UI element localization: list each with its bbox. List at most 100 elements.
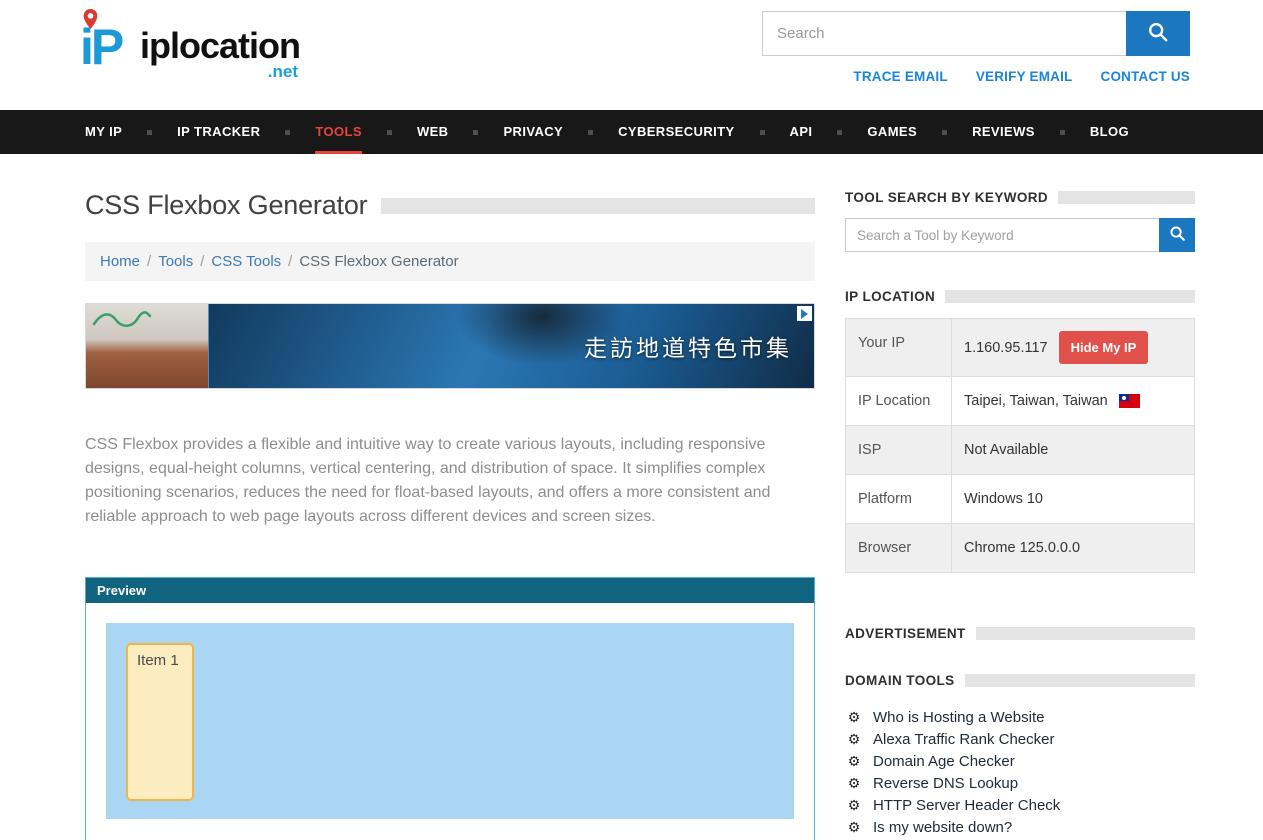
- nav-item-api[interactable]: API: [790, 110, 868, 154]
- tool-description: CSS Flexbox provides a flexible and intu…: [85, 433, 815, 529]
- breadcrumb-separator: /: [288, 253, 292, 270]
- nav-item-tools[interactable]: TOOLS: [315, 110, 417, 154]
- logo-wordmark: iplocation .net: [140, 25, 300, 67]
- your-ip-value: 1.160.95.117: [964, 340, 1048, 356]
- domain-tool-hosting[interactable]: ⚙Who is Hosting a Website: [845, 706, 1195, 728]
- trace-email-link[interactable]: TRACE EMAIL: [853, 69, 947, 84]
- breadcrumb-css-tools[interactable]: CSS Tools: [211, 253, 281, 270]
- advertisement-heading: ADVERTISEMENT: [845, 626, 966, 641]
- heading-decorative-bar: [945, 290, 1195, 303]
- table-row-browser: Browser Chrome 125.0.0.0: [846, 524, 1194, 572]
- page: iP iplocation .net: [0, 0, 1263, 840]
- main-column: CSS Flexbox Generator Home / Tools / CSS Too…: [85, 190, 815, 840]
- isp-value: Not Available: [964, 442, 1048, 458]
- heading-decorative-bar: [1058, 191, 1195, 204]
- ip-location-value: Taipei, Taiwan, Taiwan: [964, 393, 1108, 409]
- preview-header: Preview: [86, 578, 814, 603]
- heading-decorative-bar: [976, 627, 1195, 640]
- taiwan-flag-icon: [1119, 394, 1140, 408]
- search-input[interactable]: [762, 11, 1126, 56]
- domain-tool-website-down[interactable]: ⚙Is my website down?: [845, 816, 1195, 838]
- table-row-your-ip: Your IP 1.160.95.117 Hide My IP: [846, 319, 1194, 377]
- search-icon: [1147, 21, 1169, 46]
- breadcrumb-tools[interactable]: Tools: [158, 253, 193, 270]
- domain-tool-http-header[interactable]: ⚙HTTP Server Header Check: [845, 794, 1195, 816]
- platform-value: Windows 10: [964, 491, 1043, 507]
- nav-item-my-ip[interactable]: MY IP: [85, 110, 177, 154]
- header-links: TRACE EMAIL VERIFY EMAIL CONTACT US: [853, 69, 1190, 84]
- content: CSS Flexbox Generator Home / Tools / CSS Too…: [0, 154, 1263, 840]
- ip-location-heading: IP LOCATION: [845, 289, 935, 304]
- table-row-isp: ISP Not Available: [846, 426, 1194, 475]
- site-search: [762, 11, 1190, 56]
- contact-us-link[interactable]: CONTACT US: [1101, 69, 1191, 84]
- page-title-row: CSS Flexbox Generator: [85, 190, 815, 221]
- breadcrumb-separator: /: [200, 253, 204, 270]
- logo-mark: iP: [80, 11, 138, 83]
- site-header: iP iplocation .net: [0, 0, 1263, 110]
- heading-decorative-bar: [965, 674, 1195, 687]
- row-label: Platform: [846, 475, 952, 523]
- flex-preview-item[interactable]: Item 1: [126, 643, 194, 801]
- nav-item-games[interactable]: GAMES: [867, 110, 972, 154]
- domain-tools-heading-row: DOMAIN TOOLS: [845, 673, 1195, 688]
- gear-icon: ⚙: [845, 776, 863, 790]
- table-row-platform: Platform Windows 10: [846, 475, 1194, 524]
- breadcrumb: Home / Tools / CSS Tools / CSS Flexbox Generat…: [85, 242, 815, 281]
- search-icon: [1169, 225, 1186, 245]
- page-title: CSS Flexbox Generator: [85, 190, 367, 221]
- location-pin-icon: [83, 9, 98, 34]
- domain-tool-alexa-rank[interactable]: ⚙Alexa Traffic Rank Checker: [845, 728, 1195, 750]
- breadcrumb-home[interactable]: Home: [100, 253, 140, 270]
- row-label: Your IP: [846, 319, 952, 376]
- browser-value: Chrome 125.0.0.0: [964, 540, 1080, 556]
- ip-location-heading-row: IP LOCATION: [845, 289, 1195, 304]
- sidebar: TOOL SEARCH BY KEYWORD IP LOCATION: [845, 190, 1195, 840]
- row-label: Browser: [846, 524, 952, 572]
- ip-location-table: Your IP 1.160.95.117 Hide My IP IP Locat…: [845, 318, 1195, 573]
- main-nav: MY IP IP TRACKER TOOLS WEB PRIVACY CYBER…: [0, 110, 1263, 154]
- logo-tld: .net: [268, 62, 298, 82]
- tool-search-button[interactable]: [1159, 218, 1195, 252]
- search-button[interactable]: [1126, 11, 1190, 56]
- title-decorative-bar: [381, 198, 815, 214]
- tool-search-heading-row: TOOL SEARCH BY KEYWORD: [845, 190, 1195, 205]
- table-row-ip-location: IP Location Taipei, Taiwan, Taiwan: [846, 377, 1194, 426]
- adchoices-icon[interactable]: [797, 306, 812, 321]
- tool-search-heading: TOOL SEARCH BY KEYWORD: [845, 190, 1048, 205]
- domain-tool-reverse-dns[interactable]: ⚙Reverse DNS Lookup: [845, 772, 1195, 794]
- tool-search-input[interactable]: [845, 218, 1159, 252]
- header-right: TRACE EMAIL VERIFY EMAIL CONTACT US: [760, 11, 1190, 84]
- nav-item-cybersecurity[interactable]: CYBERSECURITY: [618, 110, 789, 154]
- domain-tool-domain-age[interactable]: ⚙Domain Age Checker: [845, 750, 1195, 772]
- hide-my-ip-button[interactable]: Hide My IP: [1059, 331, 1149, 364]
- gear-icon: ⚙: [845, 798, 863, 812]
- tool-search: [845, 218, 1195, 252]
- logo[interactable]: iP iplocation .net: [80, 11, 300, 83]
- ad-banner[interactable]: 走訪地道特色市集: [85, 303, 815, 389]
- row-label: ISP: [846, 426, 952, 474]
- nav-item-reviews[interactable]: REVIEWS: [972, 110, 1090, 154]
- nav-item-ip-tracker[interactable]: IP TRACKER: [177, 110, 315, 154]
- nav-item-web[interactable]: WEB: [417, 110, 504, 154]
- gear-icon: ⚙: [845, 820, 863, 834]
- gear-icon: ⚙: [845, 732, 863, 746]
- preview-panel: Preview Item 1: [85, 577, 815, 840]
- nav-item-privacy[interactable]: PRIVACY: [503, 110, 618, 154]
- breadcrumb-separator: /: [147, 253, 151, 270]
- ad-photo-left: [86, 304, 208, 388]
- ad-photo-right: 走訪地道特色市集: [208, 304, 814, 388]
- advertisement-heading-row: ADVERTISEMENT: [845, 626, 1195, 641]
- preview-body: Item 1: [86, 603, 814, 840]
- ad-caption: 走訪地道特色市集: [584, 329, 792, 363]
- ad-squiggle-graphic: [92, 310, 152, 330]
- verify-email-link[interactable]: VERIFY EMAIL: [976, 69, 1073, 84]
- domain-tools-heading: DOMAIN TOOLS: [845, 673, 955, 688]
- breadcrumb-current: CSS Flexbox Generator: [299, 253, 458, 270]
- row-label: IP Location: [846, 377, 952, 425]
- nav-item-blog[interactable]: BLOG: [1090, 110, 1129, 154]
- logo-text: iplocation: [140, 25, 300, 66]
- domain-tools-list: ⚙Who is Hosting a Website ⚙Alexa Traffic…: [845, 706, 1195, 840]
- gear-icon: ⚙: [845, 710, 863, 724]
- gear-icon: ⚙: [845, 754, 863, 768]
